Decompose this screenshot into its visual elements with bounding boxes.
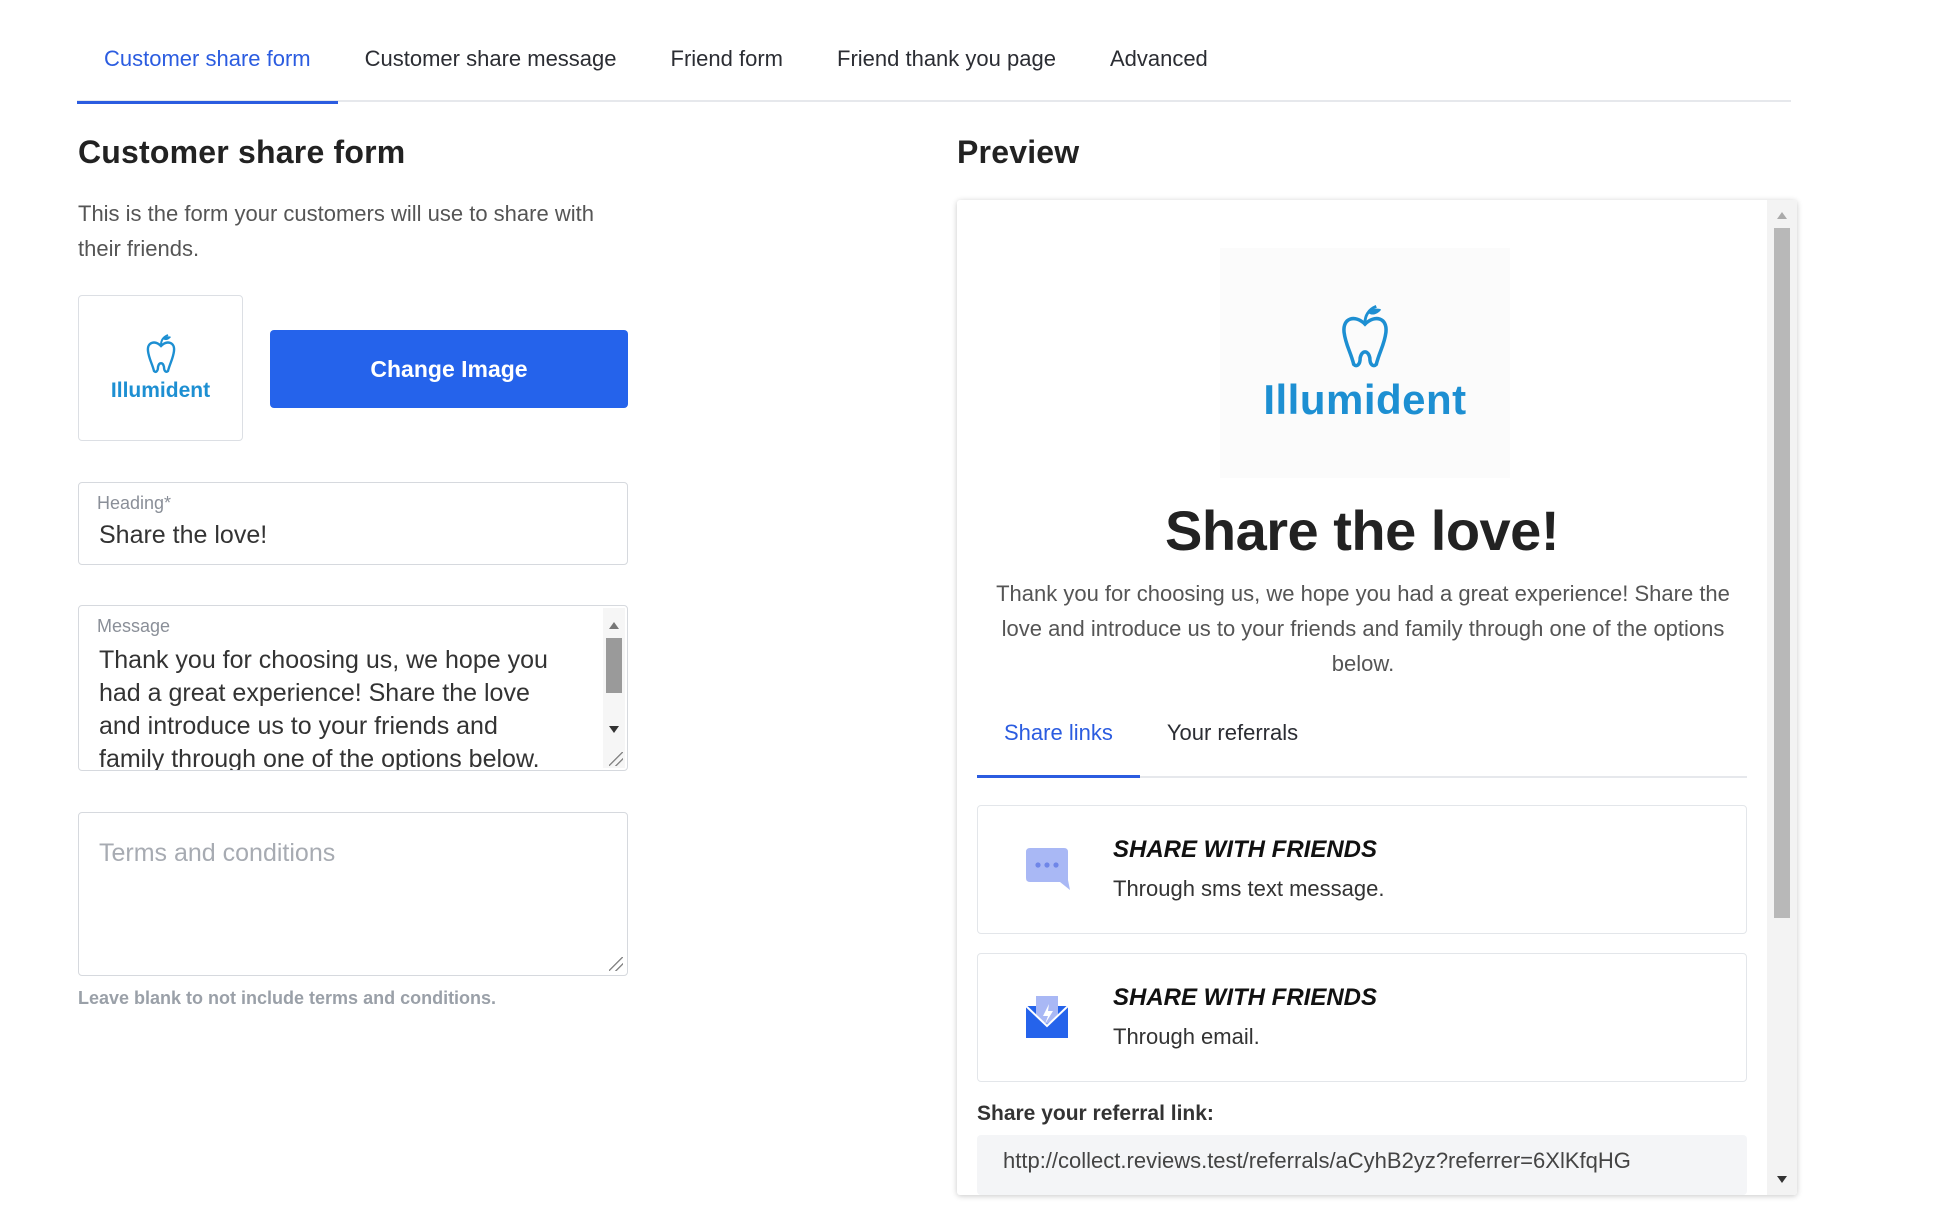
tab-share-links[interactable]: Share links [977, 702, 1140, 778]
preview-scrollbar[interactable] [1767, 200, 1797, 1195]
tab-your-referrals[interactable]: Your referrals [1140, 702, 1325, 776]
scrollbar-thumb[interactable] [606, 638, 622, 693]
resize-handle-icon[interactable] [609, 752, 623, 766]
heading-field[interactable]: Heading* Share the love! [78, 482, 628, 565]
tab-customer-share-message[interactable]: Customer share message [338, 24, 644, 102]
form-title: Customer share form [78, 134, 406, 170]
share-sms-title: SHARE WITH FRIENDS [1113, 836, 1377, 863]
tab-customer-share-form[interactable]: Customer share form [77, 24, 338, 104]
email-icon [1025, 996, 1069, 1038]
terms-placeholder: Terms and conditions [99, 839, 336, 867]
share-sms-subtitle: Through sms text message. [1113, 876, 1385, 901]
logo-thumbnail: Illumident [78, 295, 243, 441]
preview-tabs: Share links Your referrals [977, 702, 1747, 778]
form-description: This is the form your customers will use… [78, 201, 594, 261]
preview-title: Preview [957, 134, 1080, 170]
terms-field[interactable]: Terms and conditions [78, 812, 628, 976]
preview-message: Thank you for choosing us, we hope you h… [996, 581, 1730, 676]
message-field-value[interactable]: Thank you for choosing us, we hope you h… [99, 644, 569, 770]
share-sms-card[interactable]: SHARE WITH FRIENDS Through sms text mess… [977, 805, 1747, 934]
terms-hint: Leave blank to not include terms and con… [78, 988, 497, 1008]
heading-field-label: Heading* [97, 493, 172, 513]
preview-brand-name: Illumident [1263, 376, 1467, 423]
change-image-button[interactable]: Change Image [270, 330, 628, 408]
tooth-icon [1342, 305, 1388, 368]
resize-handle-icon[interactable] [609, 957, 623, 971]
tab-friend-thank-you-page[interactable]: Friend thank you page [810, 24, 1083, 102]
tooth-icon [146, 334, 175, 373]
scroll-up-icon[interactable] [1777, 212, 1787, 219]
preview-heading: Share the love! [1165, 499, 1559, 562]
scroll-up-icon[interactable] [609, 622, 619, 629]
tab-friend-form[interactable]: Friend form [644, 24, 810, 102]
tab-advanced[interactable]: Advanced [1083, 24, 1235, 102]
preview-logo: Illumident [1220, 248, 1510, 478]
scroll-down-icon[interactable] [1777, 1176, 1787, 1183]
scroll-down-icon[interactable] [609, 726, 619, 733]
preview-panel: Illumident Share the love! Thank you for… [957, 200, 1797, 1195]
referral-link-field[interactable]: http://collect.reviews.test/referrals/aC… [977, 1135, 1747, 1195]
share-email-title: SHARE WITH FRIENDS [1113, 984, 1377, 1011]
share-email-card[interactable]: SHARE WITH FRIENDS Through email. [977, 953, 1747, 1082]
message-field[interactable]: Message Thank you for choosing us, we ho… [78, 605, 628, 771]
settings-tabs: Customer share form Customer share messa… [77, 24, 1791, 104]
heading-field-value[interactable]: Share the love! [99, 521, 267, 550]
share-email-subtitle: Through email. [1113, 1024, 1260, 1049]
chat-bubble-icon [1026, 848, 1070, 890]
logo-brand-name: Illumident [110, 379, 211, 402]
message-field-label: Message [97, 616, 171, 636]
scrollbar-thumb[interactable] [1774, 228, 1790, 918]
message-scrollbar[interactable] [603, 608, 625, 768]
referral-link-label: Share your referral link: [977, 1102, 1214, 1125]
